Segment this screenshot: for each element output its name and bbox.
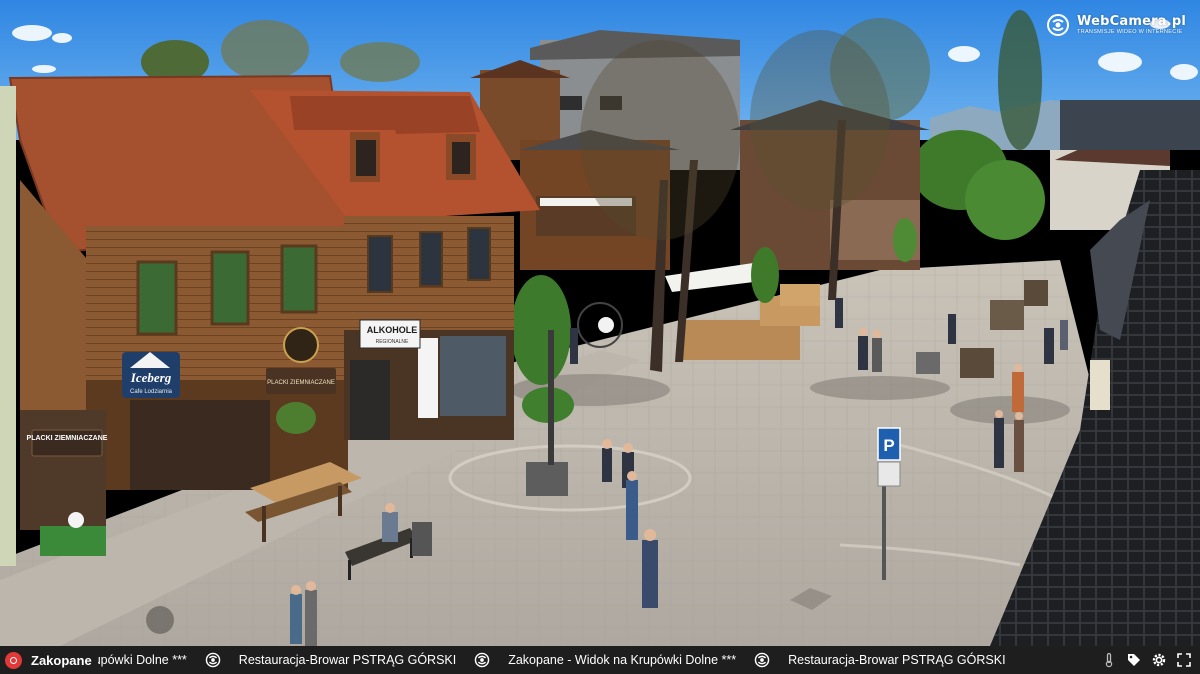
settings-button[interactable] — [1151, 652, 1167, 668]
fullscreen-icon — [1177, 653, 1191, 667]
alkohole-sign-subtext: REGIONALNE — [376, 339, 409, 345]
webcamera-watermark[interactable]: WebCamera.pl TRANSMISJE WIDEO W INTERNEC… — [1047, 14, 1186, 36]
ticker-item[interactable]: Restauracja-Browar PSTRĄG GÓRSKI — [239, 652, 508, 668]
webcamera-logo-icon — [1047, 14, 1070, 36]
live-record-icon — [5, 651, 22, 669]
ticker-bar: Zakopane upówki Dolne *** Restauracja-Br… — [0, 646, 1200, 674]
alkohole-sign-text: ALKOHOLE — [367, 325, 418, 335]
settings-gear-icon — [1152, 653, 1166, 667]
alkohole-sign: ALKOHOLE REGIONALNE — [359, 319, 421, 349]
camera-name[interactable]: Zakopane — [31, 653, 92, 668]
round-sign — [283, 327, 319, 363]
thermometer-icon — [1105, 652, 1113, 668]
ticker-item-text: Zakopane - Widok na Krupówki Dolne *** — [508, 653, 737, 667]
webcam-player[interactable]: Iceberg Cafe Lodziarnia PLACKI ZIEMNIACZ… — [0, 0, 1200, 674]
webcamera-logo-icon — [205, 652, 221, 668]
tag-icon — [1128, 654, 1140, 666]
watermark-brand: WebCamera.pl — [1077, 13, 1186, 29]
webcamera-logo-icon — [474, 652, 490, 668]
ticker-item-text: Restauracja-Browar PSTRĄG GÓRSKI — [238, 653, 457, 667]
ticker-item-text: upówki Dolne *** — [97, 653, 187, 667]
placki-sign-text: PLACKI ZIEMNIACZANE — [27, 435, 108, 442]
webcamera-logo-icon — [754, 652, 770, 668]
placki-sign: PLACKI ZIEMNIACZANE — [27, 429, 108, 457]
tags-button[interactable] — [1126, 652, 1142, 668]
fullscreen-button[interactable] — [1176, 652, 1192, 668]
placki-wall-sign-text: PLACKI ZIEMNIACZANE — [267, 380, 335, 386]
iceberg-sign: Iceberg Cafe Lodziarnia — [122, 352, 180, 398]
iceberg-sign-text: Iceberg — [130, 370, 172, 385]
ticker-item-text: Restauracja-Browar PSTRĄG GÓRSKI — [788, 653, 1006, 667]
iceberg-sign-subtext: Cafe Lodziarnia — [130, 389, 173, 395]
manhole — [146, 606, 174, 634]
watermark-tagline: TRANSMISJE WIDEO W INTERNECIE — [1077, 28, 1183, 35]
svg-text:P: P — [883, 436, 894, 455]
placki-wall-sign: PLACKI ZIEMNIACZANE — [266, 368, 336, 394]
player-controls — [1091, 646, 1200, 674]
ticker-item[interactable]: Restauracja-Browar PSTRĄG GÓRSKI — [788, 653, 1005, 667]
ticker-item[interactable]: Zakopane - Widok na Krupówki Dolne *** — [508, 652, 788, 668]
weather-button[interactable] — [1101, 652, 1117, 668]
ticker-marquee: upówki Dolne *** Restauracja-Browar PSTR… — [98, 646, 1091, 674]
ticker-item[interactable]: upówki Dolne *** — [98, 652, 239, 668]
webcam-video-frame[interactable]: Iceberg Cafe Lodziarnia PLACKI ZIEMNIACZ… — [0, 0, 1200, 646]
